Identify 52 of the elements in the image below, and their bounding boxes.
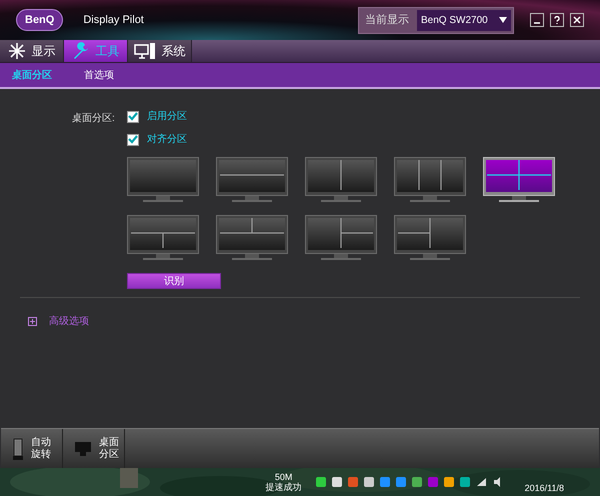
tray-icon[interactable] [444,477,454,487]
tray-icon[interactable] [380,477,390,487]
minimize-button[interactable] [530,13,544,27]
layout-monitor-icon[interactable] [305,215,377,261]
dock-label: 自动旋转 [31,436,51,460]
dock-label: 桌面分区 [99,436,119,460]
checkbox[interactable] [127,134,139,146]
date: 2016/11/8 [524,482,564,494]
monitor-dropdown[interactable]: BenQ SW2700 [417,10,511,30]
expand-button[interactable] [28,317,37,326]
help-button[interactable] [550,13,564,27]
monitor-icon [75,442,91,456]
layout-monitor-icon[interactable] [216,215,288,261]
computer-icon [134,42,156,60]
help-icon [553,16,561,24]
checkbox-label: 启用分区 [147,110,187,124]
tray-icon[interactable] [364,477,374,487]
window-title: Display Pilot [83,12,144,28]
partition-label: 桌面分区: [71,112,116,126]
checkbox-label: 对齐分区 [147,132,187,147]
tab[interactable]: 显示 [0,40,64,62]
speaker-icon[interactable] [492,477,503,487]
layout-monitor-icon[interactable] [127,157,199,203]
checkbox[interactable] [127,110,139,122]
tray-icon[interactable] [412,477,422,487]
tray-icon[interactable] [396,477,406,487]
subtab[interactable]: 桌面分区 [12,68,52,82]
tray-icon[interactable] [332,477,342,487]
tablet-icon [13,438,23,460]
tab[interactable]: 系统 [128,40,192,62]
caret-icon [499,17,507,23]
layout-monitor-icon[interactable] [216,157,288,203]
subtab[interactable]: 首选项 [84,68,114,82]
tray-icon[interactable] [316,477,326,487]
layout-monitor-icon[interactable] [127,215,199,261]
speed-status: 提速成功 [266,482,302,492]
check-icon [128,112,138,121]
layout-monitor-icon[interactable] [305,157,377,203]
monitor-label: 当前显示 [364,12,410,28]
layout-monitor-icon[interactable] [483,157,555,203]
identify-button[interactable]: 识别 [127,273,221,289]
close-button[interactable] [570,13,584,27]
logo: BenQ [16,8,64,32]
close-icon [573,16,581,24]
layout-monitor-icon[interactable] [394,215,466,261]
plus-icon [30,319,35,324]
check-icon [128,135,138,144]
advanced-options-link[interactable]: 高级选项 [49,314,89,329]
tray-icon[interactable] [460,477,470,487]
network-speed: 50M [274,472,292,482]
wrench-icon [72,42,90,60]
layout-monitor-icon[interactable] [394,157,466,203]
